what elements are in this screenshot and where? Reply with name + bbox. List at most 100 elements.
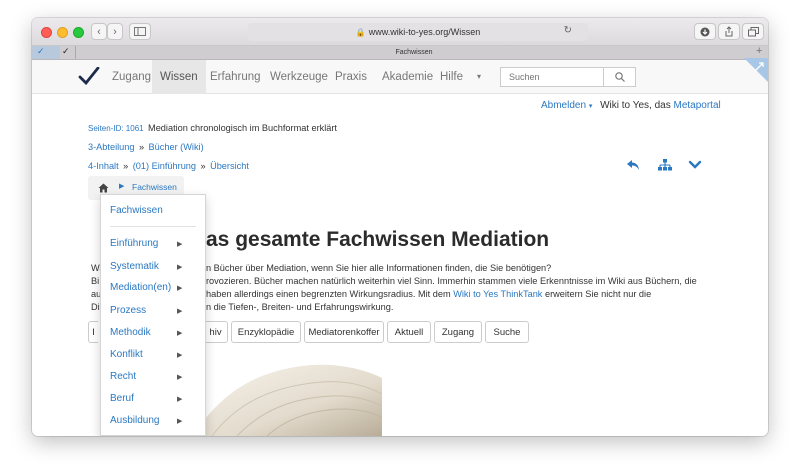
chevron-down-icon[interactable] <box>688 160 702 170</box>
caret-right-icon: ▶ <box>177 418 183 425</box>
logo-check-icon[interactable] <box>78 67 100 85</box>
menu-item-beruf[interactable]: Beruf <box>110 393 134 404</box>
intro-line-1: n Bücher über Mediation, wenn Sie hier a… <box>206 263 552 273</box>
intro-text: erweitern Sie nicht nur die <box>544 289 652 299</box>
button-enzyklopaedie[interactable]: Enzyklopädie <box>231 321 301 343</box>
logout-link[interactable]: Abmelden <box>541 100 586 111</box>
sidebar-toggle-button[interactable] <box>129 23 151 40</box>
intro-line-3: haben allerdings einen begrenzten Wirkun… <box>206 289 651 299</box>
menu-item-einfuehrung[interactable]: Einführung <box>110 238 158 249</box>
caret-right-icon: ▶ <box>177 285 183 292</box>
nav-wissen[interactable]: Wissen <box>152 60 206 94</box>
thinktank-link[interactable]: Wiki to Yes ThinkTank <box>453 289 542 299</box>
caret-right-icon: ▶ <box>177 241 183 248</box>
pinned-tab-2[interactable]: ✓ <box>60 46 76 59</box>
pinned-tab[interactable]: ✓ <box>32 46 60 59</box>
menu-divider <box>110 226 196 227</box>
menu-header-fachwissen[interactable]: Fachwissen <box>110 205 163 216</box>
user-bar: Abmelden ▾ Wiki to Yes, das Metaportal <box>541 100 721 111</box>
back-button[interactable]: ‹ <box>91 23 107 40</box>
button-partial[interactable]: I <box>88 321 98 343</box>
button-archiv[interactable]: hiv <box>204 321 228 343</box>
nav-praxis[interactable]: Praxis <box>335 60 367 94</box>
url-text: www.wiki-to-yes.org/Wissen <box>368 27 481 37</box>
chevron-right-icon: › <box>113 25 117 38</box>
menu-item-prozess[interactable]: Prozess <box>110 305 146 316</box>
breadcrumb-fachwissen[interactable]: Fachwissen <box>132 182 177 192</box>
check-icon: ✓ <box>37 46 45 56</box>
menu-item-konflikt[interactable]: Konflikt <box>110 349 143 360</box>
intro-text: haben allerdings einen begrenzten Wirkun… <box>206 289 451 299</box>
crumb-buecher[interactable]: Bücher (Wiki) <box>149 142 204 152</box>
menu-item-methodik[interactable]: Methodik <box>110 327 151 338</box>
page-subtitle: Mediation chronologisch im Buchformat er… <box>148 123 337 133</box>
search-button[interactable] <box>603 68 635 86</box>
caret-right-icon: ▶ <box>177 352 183 359</box>
button-aktuell[interactable]: Aktuell <box>387 321 431 343</box>
sitemap-icon[interactable] <box>658 159 672 171</box>
intro-left-4: Di <box>91 302 100 312</box>
intro-left-2: Bi <box>91 276 100 286</box>
menu-item-mediationen[interactable]: Mediation(en) <box>110 282 171 293</box>
new-tab-button[interactable]: + <box>756 45 762 57</box>
expand-corner-icon[interactable] <box>744 58 768 82</box>
reload-icon[interactable]: ↻ <box>564 25 572 36</box>
crumb-uebersicht[interactable]: Übersicht <box>210 161 249 171</box>
site-navbar: Zugang Wissen Erfahrung Werkzeuge Praxis… <box>32 60 768 94</box>
address-bar[interactable]: 🔒 www.wiki-to-yes.org/Wissen ↻ <box>248 23 588 41</box>
page-info: Seiten-ID: 1061 Mediation chronologisch … <box>88 118 337 174</box>
lock-icon: 🔒 <box>355 27 366 37</box>
open-book-image <box>192 364 382 436</box>
nav-werkzeuge[interactable]: Werkzeuge <box>270 60 328 94</box>
tab-fachwissen[interactable]: Fachwissen <box>76 46 752 59</box>
intro-line-2: rovozieren. Bücher machen natürlich weit… <box>206 276 697 286</box>
nav-more-dropdown[interactable]: ▾ <box>477 60 481 94</box>
fachwissen-dropdown-menu: Fachwissen Einführung ▶ Systematik ▶ Med… <box>100 194 206 436</box>
caret-right-icon: ▶ <box>177 374 183 381</box>
nav-erfahrung[interactable]: Erfahrung <box>210 60 261 94</box>
browser-titlebar: ‹ › ≡ 🔒 www.wiki-to-yes.org/Wissen ↻ <box>32 18 768 46</box>
share-icon <box>725 26 733 37</box>
crumb-separator: » <box>200 161 206 171</box>
intro-line-4: n die Tiefen-, Breiten- und Erfahrungswi… <box>206 302 394 312</box>
caret-down-icon: ▾ <box>588 103 593 110</box>
tab-bar: ✓ ✓ Fachwissen + <box>32 45 768 60</box>
button-mediatorenkoffer[interactable]: Mediatorenkoffer <box>304 321 384 343</box>
downloads-button[interactable] <box>694 23 716 40</box>
nav-akademie[interactable]: Akademie <box>382 60 433 94</box>
metaportal-link[interactable]: Metaportal <box>673 100 720 111</box>
crumb-separator: » <box>138 142 145 152</box>
button-suche[interactable]: Suche <box>485 321 529 343</box>
share-button[interactable] <box>718 23 740 40</box>
crumb-inhalt[interactable]: 4-Inhalt <box>88 161 119 171</box>
reply-icon[interactable] <box>626 159 640 171</box>
nav-hilfe[interactable]: Hilfe <box>440 60 463 94</box>
search-field[interactable] <box>500 67 636 87</box>
check-icon: ✓ <box>62 46 70 56</box>
home-icon[interactable] <box>98 183 109 193</box>
page-id-link[interactable]: Seiten-ID: 1061 <box>88 124 144 133</box>
caret-right-icon: ▶ <box>177 396 183 403</box>
search-input[interactable] <box>501 68 603 86</box>
menu-item-ausbildung[interactable]: Ausbildung <box>110 415 159 426</box>
browser-window: ‹ › ≡ 🔒 www.wiki-to-yes.org/Wissen ↻ ✓ ✓… <box>32 18 768 436</box>
caret-right-icon: ▶ <box>177 308 183 315</box>
menu-item-systematik[interactable]: Systematik <box>110 261 159 272</box>
button-zugang[interactable]: Zugang <box>434 321 482 343</box>
crumb-abteilung[interactable]: 3-Abteilung <box>88 142 134 152</box>
download-icon <box>700 27 710 36</box>
tab-title: Fachwissen <box>395 49 433 56</box>
nav-zugang[interactable]: Zugang <box>112 60 151 94</box>
forward-button[interactable]: › <box>107 23 123 40</box>
caret-right-icon: ▶ <box>119 183 125 190</box>
minimize-window-button[interactable] <box>57 27 68 38</box>
close-window-button[interactable] <box>41 27 52 38</box>
menu-item-recht[interactable]: Recht <box>110 371 136 382</box>
crumb-separator: » <box>123 161 129 171</box>
tabs-icon <box>747 26 759 36</box>
page-title: as gesamte Fachwissen Mediation <box>206 228 550 251</box>
crumb-einfuehrung[interactable]: (01) Einführung <box>133 161 196 171</box>
zoom-window-button[interactable] <box>73 27 84 38</box>
site-name-text: Wiki to Yes, das <box>600 100 671 111</box>
tabs-overview-button[interactable] <box>742 23 764 40</box>
